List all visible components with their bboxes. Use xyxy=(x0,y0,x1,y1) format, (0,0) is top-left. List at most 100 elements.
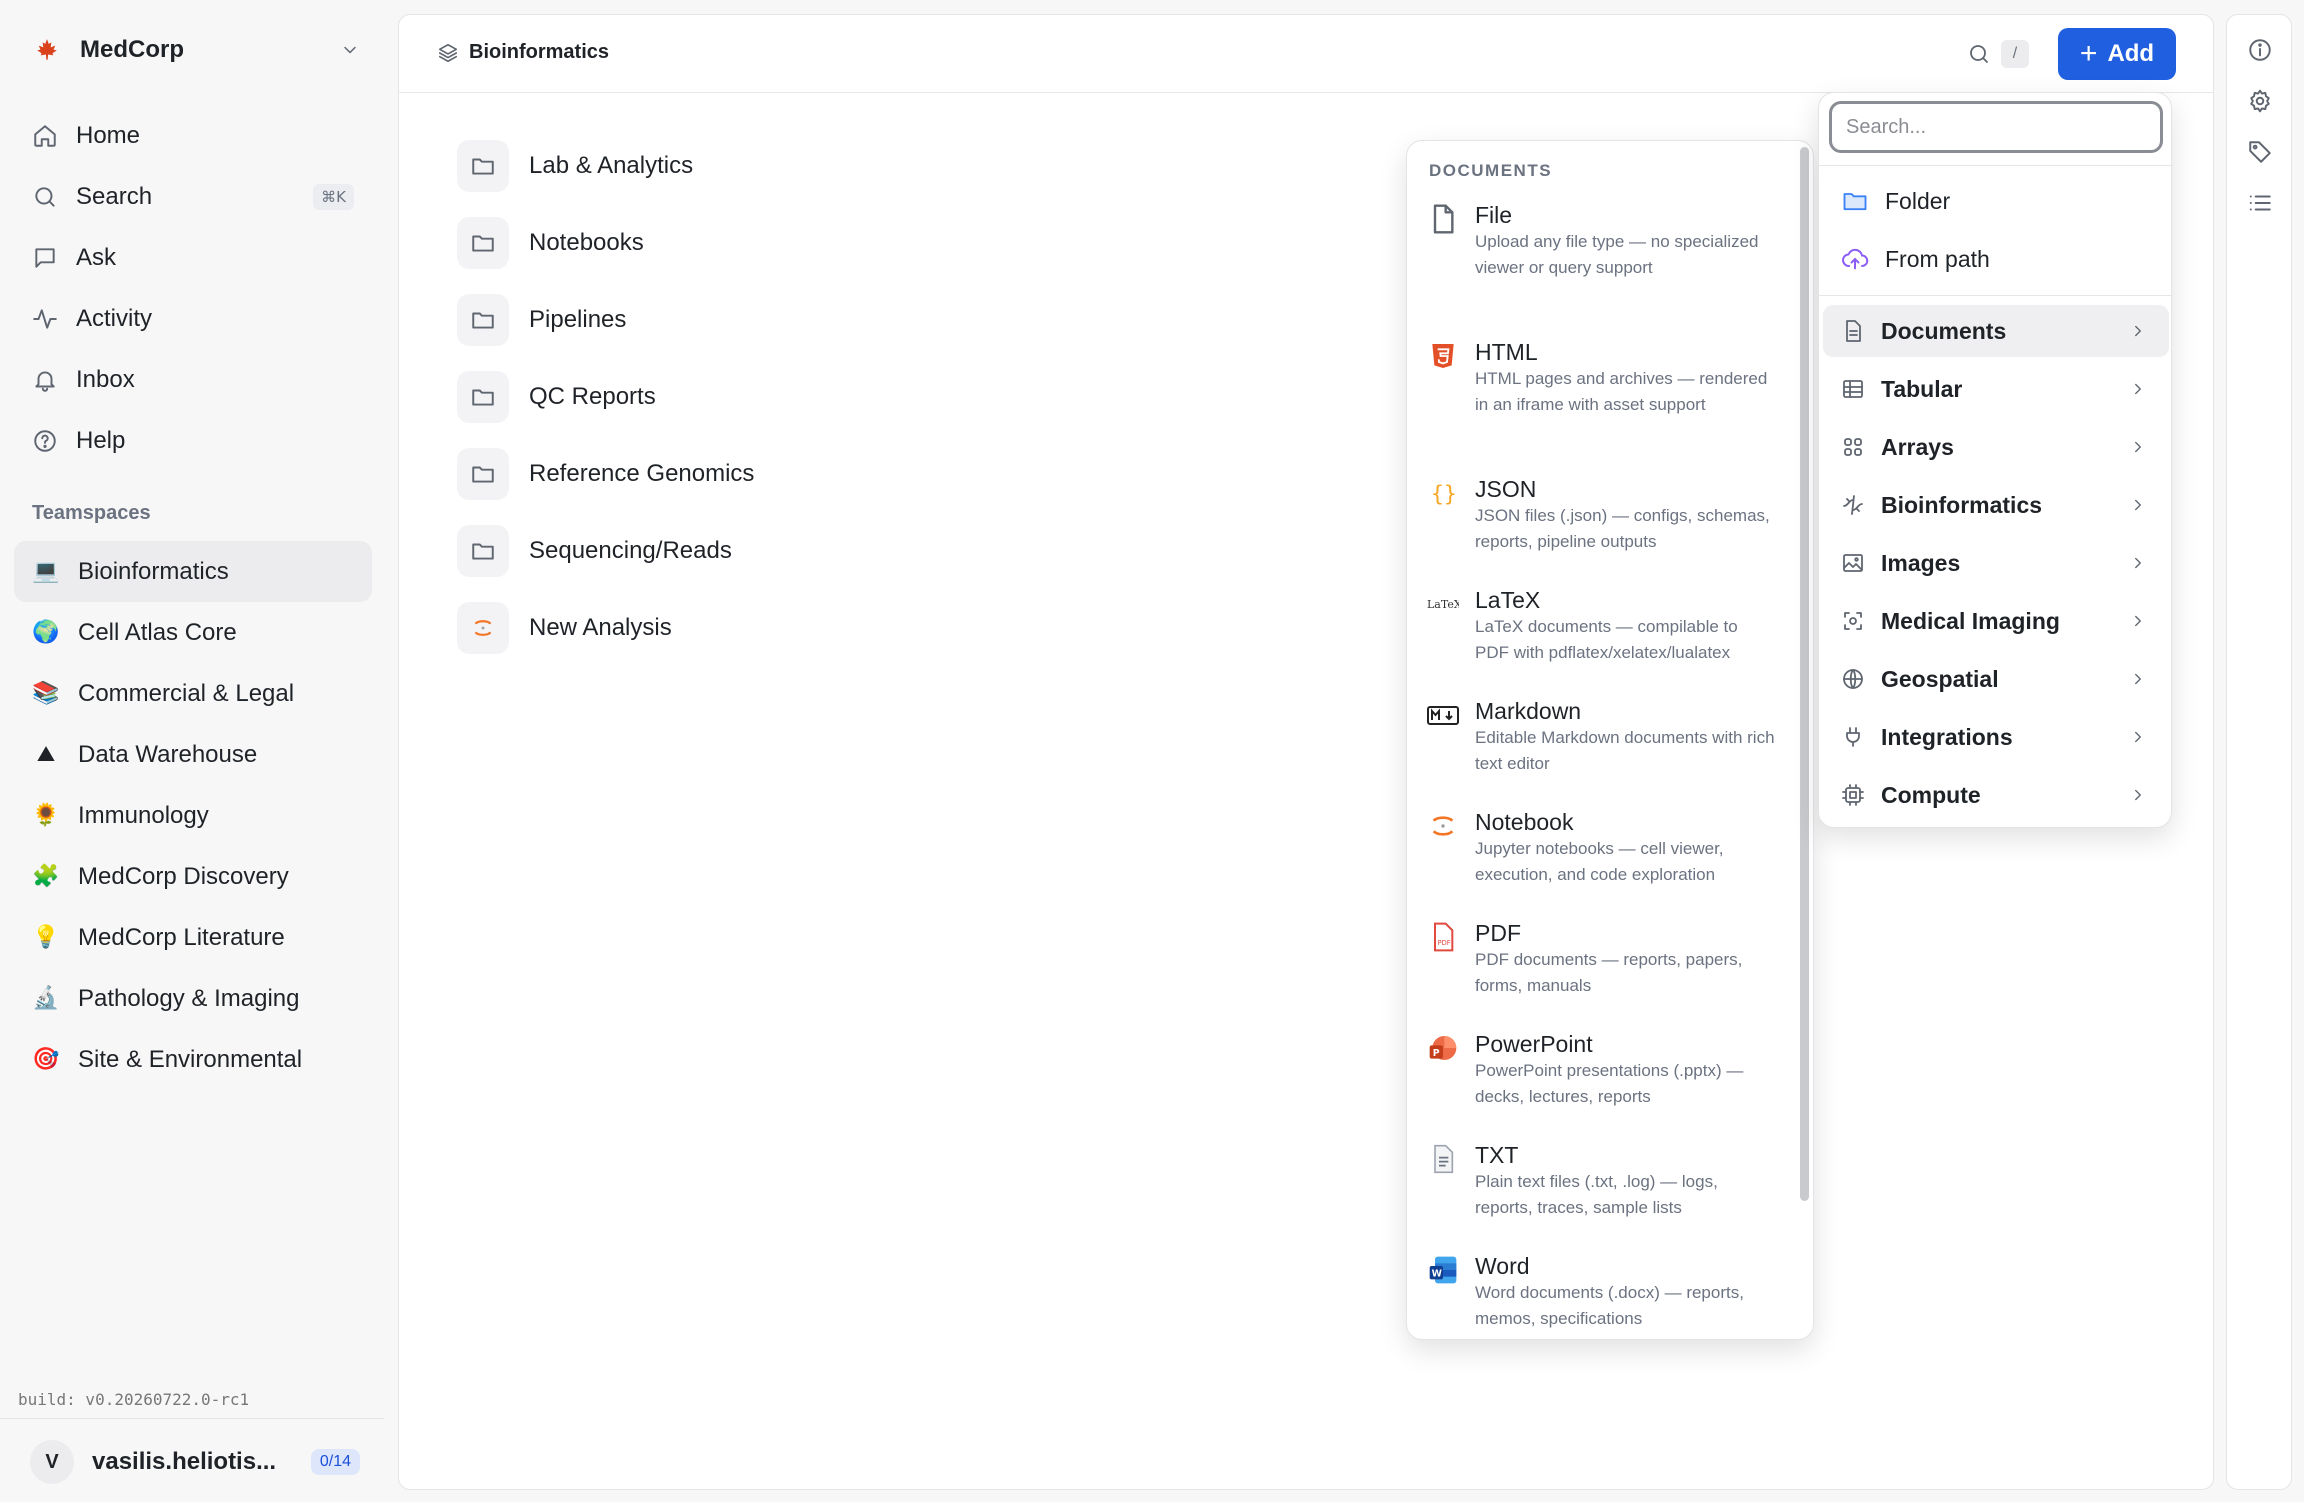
list-item[interactable]: QC Reports xyxy=(457,358,754,435)
list-item[interactable]: Notebooks xyxy=(457,204,754,281)
search-icon[interactable] xyxy=(1967,42,1991,66)
list-item[interactable]: Lab & Analytics xyxy=(457,127,754,204)
info-icon[interactable] xyxy=(2247,37,2273,63)
teamspace-item[interactable]: 💻 Bioinformatics xyxy=(14,541,372,602)
folder-icon xyxy=(457,216,509,269)
menu-item-label: Medical Imaging xyxy=(1881,607,2060,634)
menu-item-label: Bioinformatics xyxy=(1881,491,2043,518)
chevron-right-icon xyxy=(2129,322,2147,340)
chat-bubble-icon xyxy=(32,245,58,271)
gear-icon[interactable] xyxy=(2247,88,2273,114)
menu-item-desc: Upload any file type — no specialized vi… xyxy=(1475,232,1759,277)
menu-item-medical-imaging[interactable]: Medical Imaging xyxy=(1823,595,2169,647)
menu-item-arrays[interactable]: Arrays xyxy=(1823,421,2169,473)
menu-item-label: Arrays xyxy=(1881,433,1954,460)
menu-item-word[interactable]: W Word Word documents (.docx) — reports, … xyxy=(1427,1252,1787,1332)
folder-icon xyxy=(457,447,509,500)
menu-item-txt[interactable]: TXT Plain text files (.txt, .log) — logs,… xyxy=(1427,1141,1787,1221)
text-file-icon xyxy=(1427,1143,1459,1175)
teamspace-label: Pathology & Imaging xyxy=(78,984,300,1012)
menu-item-geospatial[interactable]: Geospatial xyxy=(1823,653,2169,705)
list-item[interactable]: Sequencing/Reads xyxy=(457,512,754,589)
jupyter-icon xyxy=(1427,810,1459,842)
lightbulb-icon: 💡 xyxy=(32,925,60,950)
teamspace-label: Immunology xyxy=(78,801,209,829)
svg-text:PDF: PDF xyxy=(1438,939,1451,947)
nav-home[interactable]: Home xyxy=(14,105,372,166)
teamspace-item[interactable]: 🔬 Pathology & Imaging xyxy=(14,968,372,1029)
nav-ask-label: Ask xyxy=(76,243,117,271)
teamspace-item[interactable]: 🌻 Immunology xyxy=(14,785,372,846)
teamspace-label: Site & Environmental xyxy=(78,1045,303,1073)
list-item[interactable]: Reference Genomics xyxy=(457,435,754,512)
menu-item-file[interactable]: File Upload any file type — no specialize… xyxy=(1427,201,1787,281)
svg-text:{}: {} xyxy=(1431,482,1457,507)
menu-item-markdown[interactable]: Markdown Editable Markdown documents with… xyxy=(1427,697,1787,777)
menu-item-powerpoint[interactable]: P PowerPoint PowerPoint presentations (.p… xyxy=(1427,1030,1787,1110)
teamspace-item[interactable]: 📚 Commercial & Legal xyxy=(14,663,372,724)
list-item[interactable]: Pipelines xyxy=(457,281,754,358)
folder-icon xyxy=(1841,187,1869,215)
menu-item-integrations[interactable]: Integrations xyxy=(1823,711,2169,763)
org-switcher[interactable]: MedCorp xyxy=(30,30,360,70)
chevron-right-icon xyxy=(2129,786,2147,804)
add-button-label: Add xyxy=(2107,40,2155,67)
teamspace-item[interactable]: ⛰ Data Warehouse xyxy=(14,724,372,785)
scrollbar[interactable] xyxy=(1800,147,1809,1201)
layers-icon xyxy=(437,42,459,64)
menu-item-folder[interactable]: Folder xyxy=(1823,175,2169,227)
menu-item-images[interactable]: Images xyxy=(1823,537,2169,589)
menu-item-notebook[interactable]: Notebook Jupyter notebooks — cell viewer,… xyxy=(1427,808,1787,888)
markdown-icon xyxy=(1427,699,1459,731)
menu-search-input[interactable] xyxy=(1829,101,2163,153)
menu-item-compute[interactable]: Compute xyxy=(1823,769,2169,821)
powerpoint-icon: P xyxy=(1427,1032,1459,1064)
menu-item-json[interactable]: {} JSON JSON files (.json) — configs, sch… xyxy=(1427,475,1787,555)
globe-icon xyxy=(1841,667,1865,691)
breadcrumb[interactable]: Bioinformatics xyxy=(437,41,609,64)
user-menu[interactable]: V vasilis.heliotis... 0/14 xyxy=(30,1440,360,1484)
nav-ask[interactable]: Ask xyxy=(14,227,372,288)
menu-item-latex[interactable]: LaTeX LaTeX LaTeX documents — compilable … xyxy=(1427,586,1787,666)
menu-item-label: Folder xyxy=(1885,187,1951,214)
teamspace-item[interactable]: 🎯 Site & Environmental xyxy=(14,1029,372,1090)
item-label: Notebooks xyxy=(529,228,644,256)
nav-activity[interactable]: Activity xyxy=(14,288,372,349)
maple-leaf-logo-icon xyxy=(30,33,64,67)
nav-search[interactable]: Search ⌘K xyxy=(14,166,372,227)
nav-inbox[interactable]: Inbox xyxy=(14,349,372,410)
teamspace-item[interactable]: 💡 MedCorp Literature xyxy=(14,907,372,968)
list-item[interactable]: New Analysis xyxy=(457,589,754,666)
teamspace-item[interactable]: 🌍 Cell Atlas Core xyxy=(14,602,372,663)
menu-item-title: File xyxy=(1475,202,1513,228)
build-version: build: v0.20260722.0-rc1 xyxy=(18,1390,250,1409)
add-button[interactable]: + Add xyxy=(2058,28,2176,80)
teamspace-label: Commercial & Legal xyxy=(78,679,295,707)
menu-item-documents[interactable]: Documents xyxy=(1823,305,2169,357)
chevron-right-icon xyxy=(2129,380,2147,398)
json-braces-icon: {} xyxy=(1427,477,1459,509)
nav-inbox-label: Inbox xyxy=(76,365,135,393)
menu-item-from-path[interactable]: From path xyxy=(1823,233,2169,285)
menu-item-label: Images xyxy=(1881,549,1961,576)
mountain-icon: ⛰ xyxy=(36,742,56,767)
menu-item-bioinformatics[interactable]: Bioinformatics xyxy=(1823,479,2169,531)
menu-item-title: PDF xyxy=(1475,920,1521,946)
nav-help[interactable]: Help xyxy=(14,410,372,471)
teamspaces-heading: Teamspaces xyxy=(32,502,151,524)
bell-icon xyxy=(32,367,58,393)
chevron-down-icon[interactable] xyxy=(340,40,360,60)
menu-item-label: Integrations xyxy=(1881,723,2013,750)
latex-icon: LaTeX xyxy=(1427,588,1459,620)
nav-help-label: Help xyxy=(76,426,126,454)
list-icon[interactable] xyxy=(2247,190,2273,216)
menu-item-desc: Plain text files (.txt, .log) — logs, re… xyxy=(1475,1172,1718,1217)
menu-item-tabular[interactable]: Tabular xyxy=(1823,363,2169,415)
menu-item-html[interactable]: HTML HTML pages and archives — rendered i… xyxy=(1427,338,1787,418)
svg-text:LaTeX: LaTeX xyxy=(1427,598,1459,611)
tag-icon[interactable] xyxy=(2247,139,2273,165)
teamspace-item[interactable]: 🧩 MedCorp Discovery xyxy=(14,846,372,907)
menu-item-pdf[interactable]: PDF PDF PDF documents — reports, papers, … xyxy=(1427,919,1787,999)
folder-icon xyxy=(457,524,509,577)
target-icon: 🎯 xyxy=(32,1047,60,1072)
